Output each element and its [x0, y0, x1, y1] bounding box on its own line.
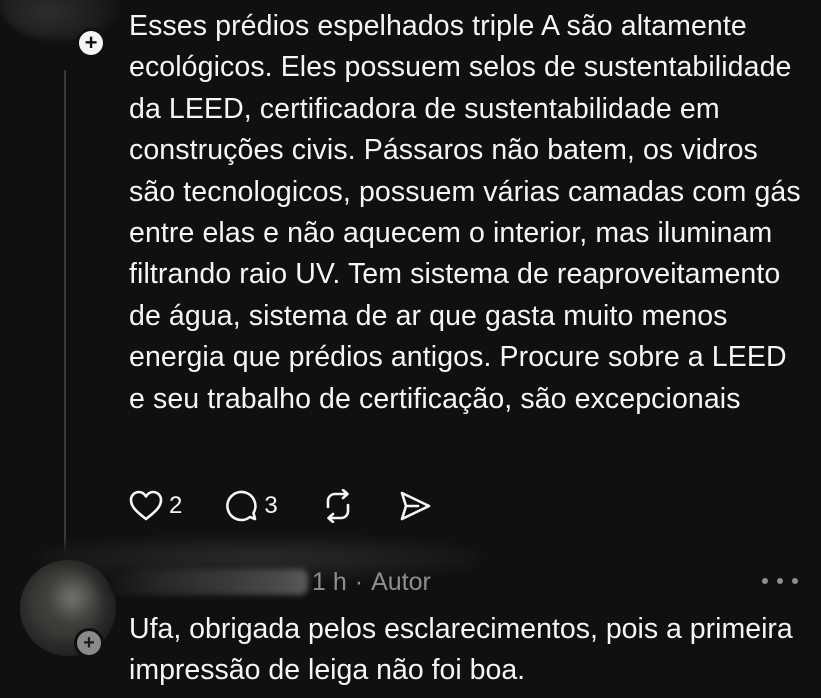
post-text: Esses prédios espelhados triple A são al…: [129, 10, 801, 415]
like-button[interactable]: 2: [129, 490, 182, 522]
thread-line: [64, 70, 66, 560]
reply-separator: ·: [354, 567, 364, 596]
follow-button[interactable]: +: [76, 28, 106, 58]
repost-icon: [320, 489, 356, 523]
author-label: Autor: [371, 567, 431, 596]
send-icon: [398, 490, 432, 522]
reply-time: 1 h: [312, 567, 347, 596]
share-button[interactable]: [398, 490, 432, 522]
heart-icon: [129, 490, 163, 522]
reply-header: 1 h · Autor: [110, 563, 431, 601]
like-count: 2: [169, 492, 183, 519]
repost-button[interactable]: [320, 489, 356, 523]
reply-username[interactable]: [110, 569, 308, 595]
more-icon-dot: [762, 578, 768, 584]
reply-text: Ufa, obrigada pelos esclarecimentos, poi…: [129, 613, 793, 687]
reply-count: 3: [264, 492, 278, 519]
comment-icon: [224, 489, 258, 523]
post-actions: 2 3: [129, 486, 474, 526]
more-icon-dot: [777, 578, 783, 584]
more-icon-dot: [792, 578, 798, 584]
more-options-button[interactable]: [762, 571, 798, 591]
reply-button[interactable]: 3: [224, 489, 278, 523]
reply-follow-button[interactable]: +: [74, 628, 104, 658]
